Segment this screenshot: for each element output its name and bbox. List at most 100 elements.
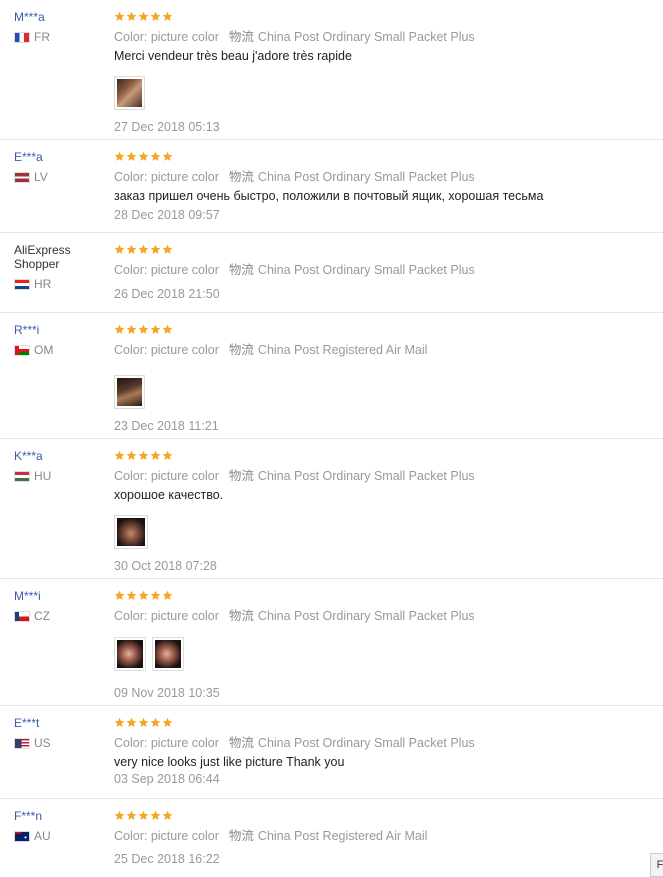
review-image-thumbnail[interactable] (114, 637, 146, 671)
star-icon (150, 244, 161, 255)
country-code: HR (34, 277, 52, 291)
review-image-thumbnail[interactable] (114, 76, 145, 110)
shipping-label: 物流 (228, 170, 254, 184)
star-icon (114, 151, 125, 162)
flag-cz-icon (14, 610, 30, 622)
shipping-method: China Post Ordinary Small Packet Plus (257, 30, 475, 44)
reviewer-country: LV (14, 170, 110, 184)
star-icon (114, 590, 125, 601)
star-icon (138, 151, 149, 162)
order-info: Color: picture color 物流 China Post Ordinar… (114, 469, 663, 484)
star-icon (162, 324, 173, 335)
star-icon (150, 11, 161, 22)
star-icon (138, 590, 149, 601)
reviewer-country: AU (14, 829, 110, 843)
star-icon (162, 244, 173, 255)
reviewer-country: HR (14, 277, 110, 291)
shipping-label: 物流 (228, 263, 254, 277)
country-code: HU (34, 469, 52, 483)
review-item: E***t US Color: picture color 物流 China Pos… (0, 706, 663, 799)
star-icon (138, 450, 149, 461)
star-icon (162, 717, 173, 728)
shipping-label: 物流 (228, 829, 254, 843)
reviewer-name[interactable]: M***a (14, 10, 110, 24)
review-item: F***n AU Color: picture color 物流 China Pos… (0, 799, 663, 877)
shipping-label: 物流 (228, 343, 254, 357)
reviewer-country: HU (14, 469, 110, 483)
star-rating (114, 809, 663, 822)
reviewer-name[interactable]: R***i (14, 323, 110, 337)
star-rating (114, 150, 663, 163)
reviewer-name[interactable]: E***t (14, 716, 110, 730)
star-icon (138, 11, 149, 22)
reviewer-name[interactable]: M***i (14, 589, 110, 603)
star-icon (114, 11, 125, 22)
shipping-method: China Post Ordinary Small Packet Plus (257, 736, 475, 750)
star-rating (114, 243, 663, 256)
shipping-label: 物流 (228, 469, 254, 483)
star-icon (138, 244, 149, 255)
star-rating (114, 10, 663, 23)
color-info: Color: picture color (114, 829, 219, 843)
review-date: 30 Oct 2018 07:28 (114, 559, 217, 573)
order-info: Color: picture color 物流 China Post Ordinar… (114, 736, 663, 751)
reviewer-country: US (14, 736, 110, 750)
reviewer-name[interactable]: F***n (14, 809, 110, 823)
shipping-label: 物流 (228, 609, 254, 623)
review-image-thumbnail[interactable] (114, 375, 145, 409)
country-code: AU (34, 829, 51, 843)
star-icon (126, 11, 137, 22)
flag-lv-icon (14, 171, 30, 183)
star-rating (114, 323, 663, 336)
review-item: M***i CZ Color: picture color 物流 China Pos… (0, 579, 663, 706)
color-info: Color: picture color (114, 469, 219, 483)
order-info: Color: picture color 物流 China Post Registe… (114, 343, 663, 358)
review-images (114, 375, 663, 409)
color-info: Color: picture color (114, 263, 219, 277)
review-item: K***a HU Color: picture color 物流 China Pos… (0, 439, 663, 579)
review-text: заказ пришел очень быстро, положили в по… (114, 189, 544, 203)
flag-fr-icon (14, 31, 30, 43)
reviewer-country: FR (14, 30, 110, 44)
star-icon (162, 810, 173, 821)
color-info: Color: picture color (114, 609, 219, 623)
review-date: 28 Dec 2018 09:57 (114, 208, 220, 222)
review-image-thumbnail[interactable] (114, 515, 148, 549)
reviewer-name: AliExpress Shopper (14, 243, 71, 271)
star-icon (162, 11, 173, 22)
flag-au-icon (14, 830, 30, 842)
star-icon (150, 324, 161, 335)
star-rating (114, 716, 663, 729)
star-icon (150, 590, 161, 601)
order-info: Color: picture color 物流 China Post Ordinar… (114, 170, 663, 185)
review-text: хорошое качество. (114, 488, 224, 502)
review-images (114, 515, 663, 549)
shipping-method: China Post Ordinary Small Packet Plus (257, 469, 475, 483)
reviewer-name[interactable]: K***a (14, 449, 110, 463)
review-item: R***i OM Color: picture color 物流 China Pos… (0, 313, 663, 439)
star-icon (126, 590, 137, 601)
star-icon (138, 810, 149, 821)
star-icon (162, 590, 173, 601)
star-icon (150, 450, 161, 461)
review-item: M***a FR Color: picture color 物流 China Pos… (0, 0, 663, 140)
country-code: CZ (34, 609, 50, 623)
review-item: E***a LV Color: picture color 物流 China Pos… (0, 140, 663, 233)
review-images (114, 76, 663, 110)
review-date: 27 Dec 2018 05:13 (114, 120, 220, 134)
star-rating (114, 589, 663, 602)
color-info: Color: picture color (114, 170, 219, 184)
review-date: 03 Sep 2018 06:44 (114, 772, 220, 786)
star-icon (114, 810, 125, 821)
reviewer-name[interactable]: E***a (14, 150, 110, 164)
feedback-button[interactable]: F (650, 853, 663, 877)
star-icon (114, 324, 125, 335)
star-icon (162, 450, 173, 461)
star-icon (114, 244, 125, 255)
star-icon (150, 151, 161, 162)
review-date: 26 Dec 2018 21:50 (114, 287, 220, 301)
flag-hr-icon (14, 278, 30, 290)
order-info: Color: picture color 物流 China Post Registe… (114, 829, 663, 844)
review-image-thumbnail[interactable] (152, 637, 184, 671)
color-info: Color: picture color (114, 343, 219, 357)
